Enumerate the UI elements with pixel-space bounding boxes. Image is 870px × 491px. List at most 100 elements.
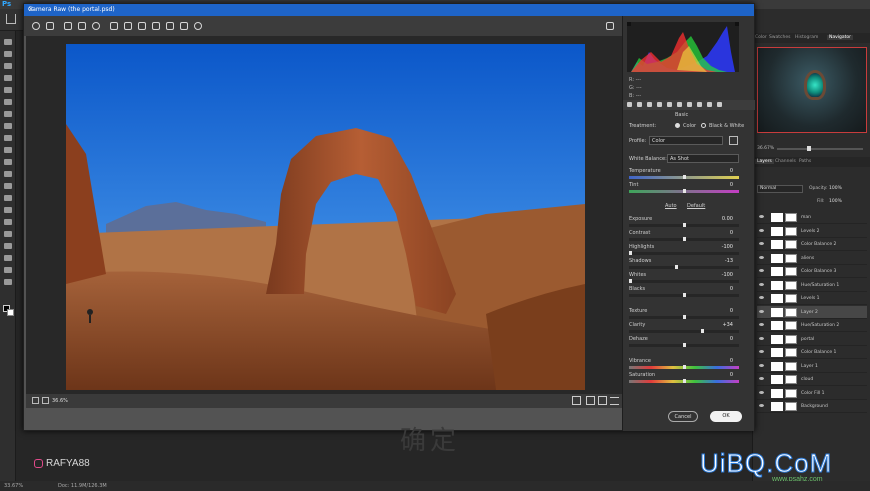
temperature-value[interactable]: 0 bbox=[715, 168, 733, 174]
split-toning-icon[interactable] bbox=[667, 102, 672, 107]
spot-removal-tool-icon[interactable] bbox=[138, 22, 146, 30]
layer-mask-thumbnail[interactable] bbox=[785, 226, 797, 236]
layer-mask-thumbnail[interactable] bbox=[785, 280, 797, 290]
slider-knob-0[interactable] bbox=[683, 223, 686, 227]
visibility-eye-icon[interactable] bbox=[759, 296, 764, 299]
navigator-preview[interactable] bbox=[757, 47, 867, 133]
slider-track-3[interactable] bbox=[629, 265, 739, 269]
radial-filter-icon[interactable] bbox=[194, 22, 202, 30]
snapshots-icon[interactable] bbox=[717, 102, 722, 107]
tab-channels[interactable]: Channels bbox=[775, 159, 796, 164]
fill-value[interactable]: 100% bbox=[829, 199, 842, 204]
tint-value[interactable]: 0 bbox=[715, 182, 733, 188]
layer-row[interactable]: Color Balance 3 bbox=[757, 265, 867, 278]
straighten-tool-icon[interactable] bbox=[124, 22, 132, 30]
layer-mask-thumbnail[interactable] bbox=[785, 307, 797, 317]
layer-row[interactable]: Layer 2 bbox=[757, 305, 867, 319]
healing-tool-icon[interactable] bbox=[4, 123, 12, 129]
shape-tool-icon[interactable] bbox=[4, 255, 12, 261]
eraser-tool-icon[interactable] bbox=[4, 171, 12, 177]
slider-value-1[interactable]: 0 bbox=[715, 230, 733, 236]
detail-icon[interactable] bbox=[647, 102, 652, 107]
move-tool-icon[interactable] bbox=[4, 39, 12, 45]
delicate-arch-photo[interactable] bbox=[66, 44, 585, 390]
visibility-eye-icon[interactable] bbox=[759, 228, 764, 232]
slider-knob-7[interactable] bbox=[701, 329, 704, 333]
visibility-eye-icon[interactable] bbox=[759, 242, 764, 245]
targeted-adjust-tool-icon[interactable] bbox=[92, 22, 100, 30]
tone-curve-icon[interactable] bbox=[637, 102, 642, 107]
layer-row[interactable]: aliens bbox=[757, 252, 867, 265]
red-eye-tool-icon[interactable] bbox=[152, 22, 160, 30]
tab-color[interactable]: Color bbox=[755, 35, 767, 40]
pen-tool-icon[interactable] bbox=[4, 219, 12, 225]
stamp-tool-icon[interactable] bbox=[4, 147, 12, 153]
zoom-out-icon[interactable] bbox=[32, 397, 39, 404]
tab-swatches[interactable]: Swatches bbox=[769, 35, 791, 40]
slider-knob-4[interactable] bbox=[629, 279, 632, 283]
adjustment-brush-tool-icon[interactable] bbox=[166, 22, 174, 30]
before-after-icon[interactable] bbox=[586, 396, 595, 405]
ok-button[interactable]: OK bbox=[710, 411, 742, 422]
blend-mode-select[interactable]: Normal bbox=[757, 185, 803, 193]
quick-select-tool-icon[interactable] bbox=[4, 75, 12, 81]
lens-corrections-icon[interactable] bbox=[677, 102, 682, 107]
slider-knob-5[interactable] bbox=[683, 293, 686, 297]
slider-value-7[interactable]: +34 bbox=[715, 322, 733, 328]
tint-slider[interactable] bbox=[629, 189, 739, 193]
layer-row[interactable]: cloud bbox=[757, 373, 867, 386]
type-tool-icon[interactable] bbox=[4, 231, 12, 237]
lasso-tool-icon[interactable] bbox=[4, 63, 12, 69]
swap-settings-icon[interactable] bbox=[598, 396, 607, 405]
slider-track-5[interactable] bbox=[629, 293, 739, 297]
home-icon[interactable] bbox=[6, 14, 16, 24]
color-sampler-tool-icon[interactable] bbox=[78, 22, 86, 30]
layer-row[interactable]: portal bbox=[757, 333, 867, 346]
navigator-zoom-slider[interactable] bbox=[777, 146, 863, 151]
layer-row[interactable]: Levels 1 bbox=[757, 292, 867, 305]
layer-row[interactable]: Hue/Saturation 1 bbox=[757, 279, 867, 292]
slider-knob-1[interactable] bbox=[683, 237, 686, 241]
slider-value-0[interactable]: 0.00 bbox=[715, 216, 733, 222]
background-color-swatch[interactable] bbox=[7, 309, 14, 316]
zoom-level[interactable]: 36.6% bbox=[52, 398, 68, 404]
slider-knob-8[interactable] bbox=[683, 343, 686, 347]
status-zoom[interactable]: 33.67% bbox=[4, 483, 23, 489]
slider-value-4[interactable]: -100 bbox=[715, 272, 733, 278]
slider-value-10[interactable]: 0 bbox=[715, 372, 733, 378]
white-balance-tool-icon[interactable] bbox=[64, 22, 72, 30]
basic-panel-icon[interactable] bbox=[627, 102, 632, 107]
brush-tool-icon[interactable] bbox=[4, 135, 12, 141]
slider-knob-9[interactable] bbox=[683, 365, 686, 369]
tab-navigator[interactable]: Navigator bbox=[827, 35, 854, 40]
slider-knob-2[interactable] bbox=[629, 251, 632, 255]
dialog-titlebar[interactable]: Camera Raw (the portal.psd) × bbox=[24, 4, 754, 16]
slider-track-6[interactable] bbox=[629, 315, 739, 319]
crop-tool-icon[interactable] bbox=[4, 87, 12, 93]
slider-track-1[interactable] bbox=[629, 237, 739, 241]
slider-track-10[interactable] bbox=[629, 379, 739, 383]
visibility-eye-icon[interactable] bbox=[759, 269, 764, 272]
cancel-button[interactable]: Cancel bbox=[668, 411, 698, 422]
crop-tool-icon[interactable] bbox=[110, 22, 118, 30]
slider-value-8[interactable]: 0 bbox=[715, 336, 733, 342]
blur-tool-icon[interactable] bbox=[4, 195, 12, 201]
layer-mask-thumbnail[interactable] bbox=[785, 402, 797, 411]
layer-row[interactable]: Color Fill 1 bbox=[757, 387, 867, 400]
visibility-eye-icon[interactable] bbox=[759, 350, 764, 353]
profile-select[interactable]: Color bbox=[649, 136, 723, 145]
opacity-value[interactable]: 100% bbox=[829, 186, 842, 191]
compare-view-icon[interactable] bbox=[572, 396, 581, 405]
layer-row[interactable]: Hue/Saturation 2 bbox=[757, 319, 867, 332]
hand-tool-icon[interactable] bbox=[46, 22, 54, 30]
visibility-eye-icon[interactable] bbox=[759, 323, 764, 326]
white-balance-select[interactable]: As Shot bbox=[667, 154, 739, 163]
layer-mask-thumbnail[interactable] bbox=[785, 361, 797, 371]
layer-mask-thumbnail[interactable] bbox=[785, 294, 797, 303]
slider-value-5[interactable]: 0 bbox=[715, 286, 733, 292]
slider-value-2[interactable]: -100 bbox=[715, 244, 733, 250]
slider-track-7[interactable] bbox=[629, 329, 739, 333]
hsl-icon[interactable] bbox=[657, 102, 662, 107]
visibility-eye-icon[interactable] bbox=[759, 363, 764, 367]
temperature-slider[interactable] bbox=[629, 175, 739, 179]
